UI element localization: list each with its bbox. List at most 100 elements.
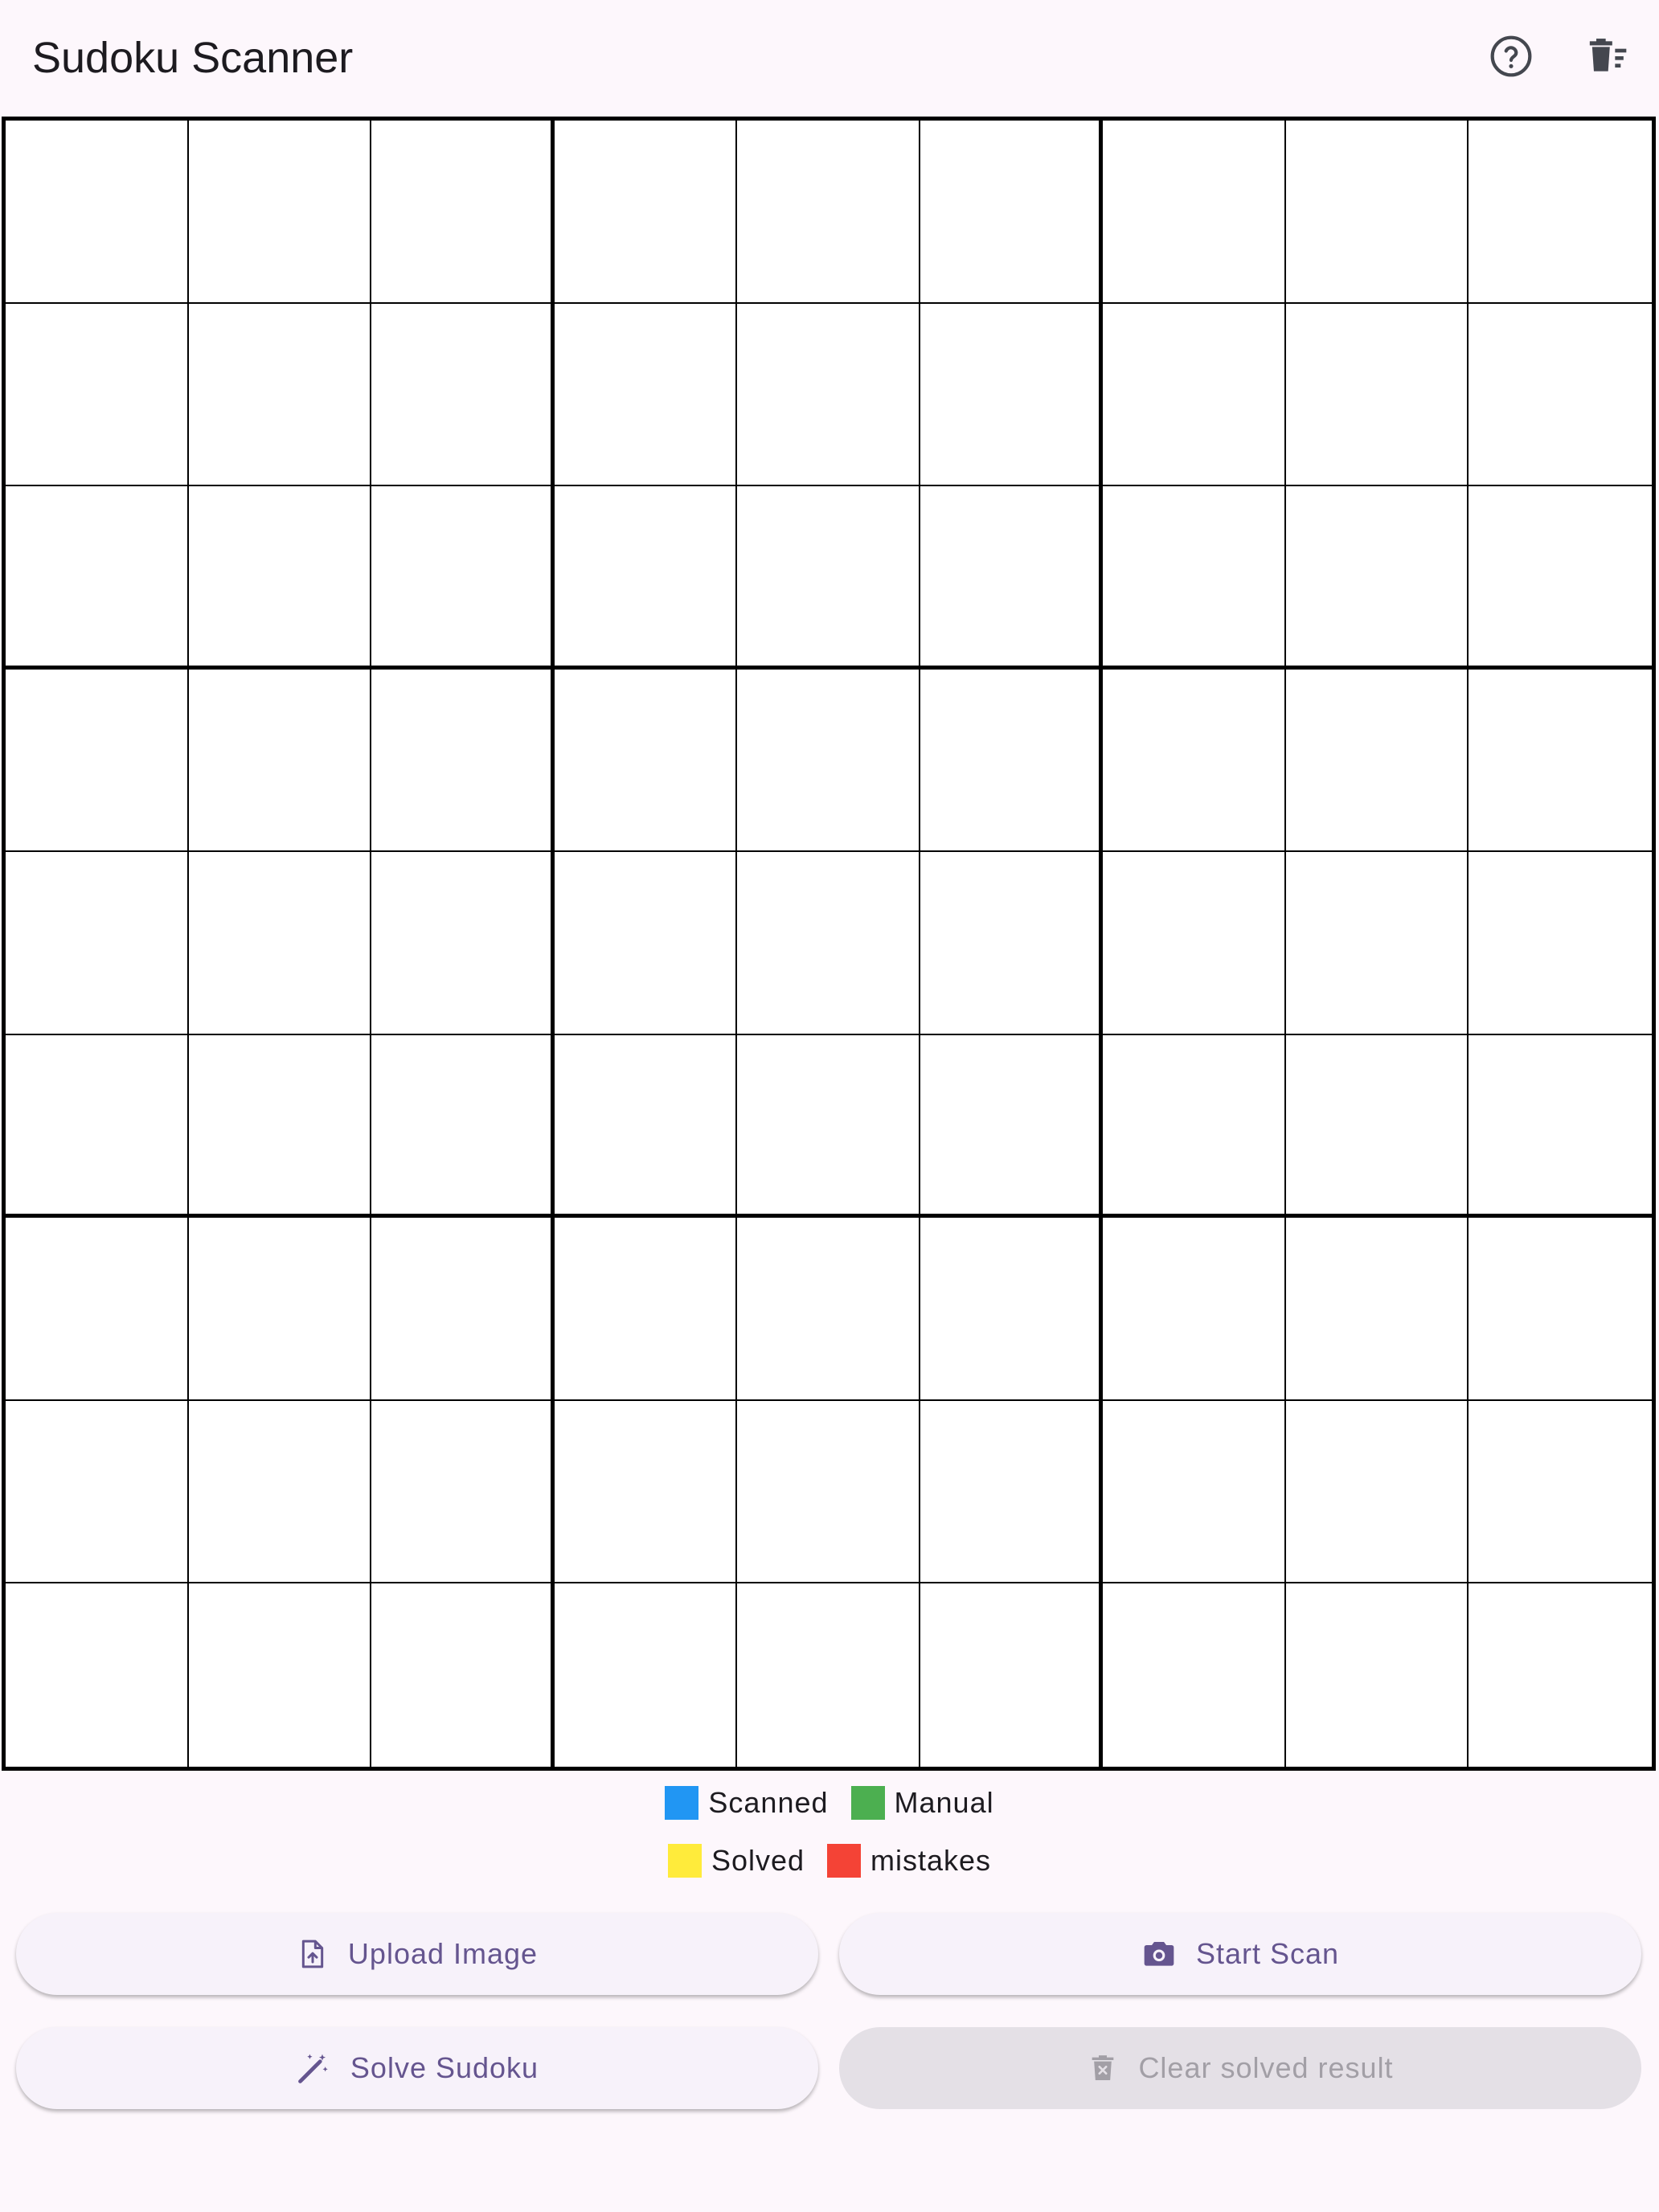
sudoku-cell[interactable] — [188, 852, 372, 1035]
sudoku-cell[interactable] — [1469, 1035, 1652, 1219]
sudoku-cell[interactable] — [371, 303, 555, 487]
sudoku-cell[interactable] — [1103, 852, 1286, 1035]
sudoku-cell[interactable] — [188, 1400, 372, 1584]
sudoku-cell[interactable] — [6, 669, 189, 853]
legend-swatch — [665, 1786, 699, 1820]
sudoku-cell[interactable] — [1285, 669, 1469, 853]
sudoku-cell[interactable] — [6, 486, 189, 670]
sudoku-cell[interactable] — [920, 669, 1104, 853]
sudoku-cell[interactable] — [554, 486, 738, 670]
sudoku-cell[interactable] — [920, 1218, 1104, 1401]
sudoku-cell[interactable] — [1103, 1583, 1286, 1767]
sudoku-cell[interactable] — [1103, 303, 1286, 487]
sudoku-cell[interactable] — [1469, 852, 1652, 1035]
legend-label: Solved — [711, 1844, 805, 1877]
legend-swatch — [827, 1844, 862, 1878]
sudoku-cell[interactable] — [920, 121, 1104, 304]
sudoku-cell[interactable] — [1103, 486, 1286, 670]
sudoku-cell[interactable] — [6, 303, 189, 487]
sudoku-cell[interactable] — [371, 669, 555, 853]
sudoku-cell[interactable] — [188, 486, 372, 670]
solve-sudoku-label: Solve Sudoku — [350, 2051, 539, 2084]
sudoku-cell[interactable] — [1285, 1218, 1469, 1401]
color-legend: Scanned Manual Solved mistakes — [0, 1781, 1659, 1897]
sudoku-cell[interactable] — [1286, 1583, 1469, 1767]
camera-icon — [1141, 1936, 1177, 1972]
sudoku-cell[interactable] — [1285, 1400, 1469, 1584]
sudoku-cell[interactable] — [1469, 121, 1652, 304]
sudoku-cell[interactable] — [188, 1218, 372, 1401]
sudoku-cell[interactable] — [737, 669, 920, 853]
sudoku-cell[interactable] — [371, 1218, 555, 1401]
sudoku-cell[interactable] — [737, 1583, 920, 1767]
sudoku-cell[interactable] — [371, 486, 555, 670]
sudoku-cell[interactable] — [920, 1034, 1104, 1219]
help-button[interactable] — [1482, 29, 1540, 87]
sudoku-cell[interactable] — [737, 1218, 920, 1401]
sudoku-cell[interactable] — [920, 1583, 1104, 1767]
sudoku-cell[interactable] — [920, 852, 1104, 1035]
sudoku-cell[interactable] — [1285, 1034, 1469, 1219]
sudoku-cell[interactable] — [737, 121, 920, 304]
sudoku-cell[interactable] — [1103, 1400, 1286, 1584]
sudoku-cell[interactable] — [1103, 1218, 1286, 1401]
sudoku-cell[interactable] — [1103, 1034, 1286, 1219]
sudoku-cell[interactable] — [1285, 303, 1469, 487]
sudoku-cell[interactable] — [554, 121, 738, 304]
app-bar: Sudoku Scanner — [0, 0, 1659, 116]
sudoku-cell[interactable] — [920, 1400, 1104, 1584]
sudoku-cell[interactable] — [1285, 121, 1469, 304]
sudoku-cell[interactable] — [188, 1034, 372, 1219]
sudoku-cell[interactable] — [1103, 121, 1286, 304]
clear-all-button[interactable] — [1579, 29, 1636, 87]
sudoku-cell[interactable] — [737, 852, 920, 1035]
start-scan-button[interactable]: Start Scan — [839, 1913, 1641, 1995]
sudoku-cell[interactable] — [188, 669, 372, 853]
sudoku-cell[interactable] — [188, 303, 372, 487]
sudoku-cell[interactable] — [737, 1400, 920, 1584]
legend-item: Solved — [667, 1844, 805, 1878]
sudoku-cell[interactable] — [1469, 1401, 1652, 1584]
sudoku-cell[interactable] — [6, 121, 189, 304]
sudoku-cell[interactable] — [554, 303, 738, 487]
sudoku-cell[interactable] — [554, 852, 738, 1035]
sudoku-cell[interactable] — [6, 1583, 189, 1767]
sudoku-cell[interactable] — [737, 303, 920, 487]
sudoku-cell[interactable] — [554, 1218, 738, 1401]
legend-label: Scanned — [708, 1786, 829, 1819]
sudoku-cell[interactable] — [1469, 670, 1652, 853]
sudoku-cell[interactable] — [1469, 1583, 1652, 1767]
sudoku-cell[interactable] — [1103, 669, 1286, 853]
sudoku-cell[interactable] — [737, 1034, 920, 1219]
clear-solved-result-button[interactable]: Clear solved result — [839, 2027, 1641, 2109]
sudoku-cell[interactable] — [1285, 852, 1469, 1035]
sudoku-cell[interactable] — [371, 121, 555, 304]
sudoku-cell[interactable] — [555, 1583, 738, 1767]
solve-sudoku-button[interactable]: Solve Sudoku — [16, 2027, 818, 2109]
upload-image-button[interactable]: Upload Image — [16, 1913, 818, 1995]
sudoku-cell[interactable] — [6, 1400, 189, 1584]
sudoku-cell[interactable] — [1469, 1218, 1652, 1401]
sudoku-cell[interactable] — [920, 303, 1104, 487]
sudoku-cell[interactable] — [6, 1218, 189, 1401]
sudoku-cell[interactable] — [6, 852, 189, 1035]
sudoku-cell[interactable] — [188, 121, 372, 304]
sudoku-cell[interactable] — [371, 852, 555, 1035]
sudoku-cell[interactable] — [737, 486, 920, 670]
sudoku-cell[interactable] — [189, 1583, 372, 1767]
sudoku-cell[interactable] — [371, 1034, 555, 1219]
sudoku-cell[interactable] — [554, 1400, 738, 1584]
sudoku-cell[interactable] — [6, 1034, 189, 1219]
sudoku-cell[interactable] — [1469, 304, 1652, 487]
help-circle-icon — [1489, 34, 1534, 83]
sudoku-cell[interactable] — [1469, 486, 1652, 670]
sudoku-cell[interactable] — [371, 1400, 555, 1584]
legend-item: Manual — [850, 1786, 994, 1820]
sudoku-cell[interactable] — [1285, 486, 1469, 670]
legend-row: Scanned Manual — [0, 1781, 1659, 1825]
sudoku-cell[interactable] — [554, 669, 738, 853]
magic-wand-icon — [296, 2050, 331, 2086]
sudoku-cell[interactable] — [554, 1034, 738, 1219]
sudoku-cell[interactable] — [920, 486, 1104, 670]
sudoku-cell[interactable] — [371, 1583, 555, 1767]
